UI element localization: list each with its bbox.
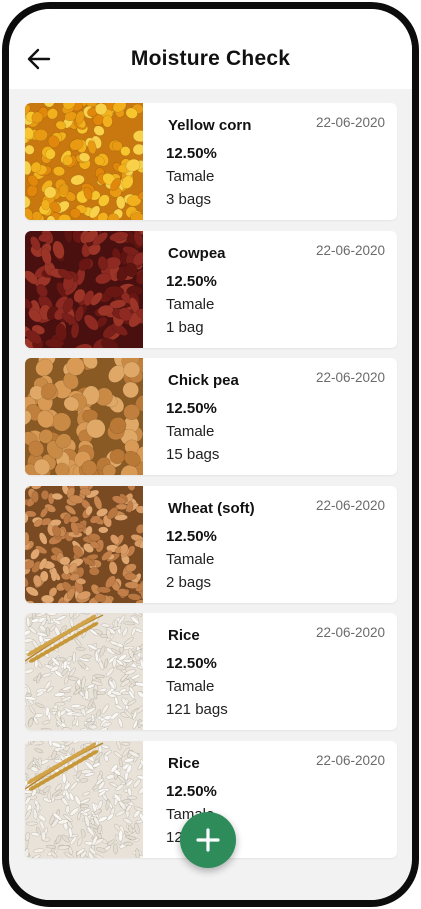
phone-frame: Moisture Check Yellow corn 22-06-2020 12… [2, 2, 419, 907]
grain-image [25, 740, 143, 858]
moisture-list: Yellow corn 22-06-2020 12.50% Tamale 3 b… [25, 103, 397, 868]
item-name: Wheat (soft) [168, 499, 255, 517]
page-title: Moisture Check [130, 47, 291, 70]
item-bags: 1 bag [166, 318, 204, 336]
item-name: Chick pea [168, 372, 239, 389]
item-moisture: 12.50% [166, 400, 217, 417]
item-moisture: 12.50% [166, 145, 217, 162]
item-date: 22-06-2020 [315, 370, 385, 385]
item-bags: 121 bags [166, 701, 228, 718]
grain-image [25, 103, 143, 220]
grain-image [25, 613, 143, 730]
grain-image [25, 485, 143, 603]
grain-image [25, 230, 143, 348]
item-location: Tamale [166, 168, 215, 185]
item-name: Rice [168, 754, 200, 772]
item-date: 22-06-2020 [315, 752, 385, 768]
list-item[interactable]: Cowpea 22-06-2020 12.50% Tamale 1 bag [25, 230, 397, 348]
item-location: Tamale [166, 550, 215, 568]
item-location: Tamale [166, 678, 215, 695]
item-moisture: 12.50% [166, 527, 217, 545]
item-bags: 2 bags [166, 573, 212, 591]
item-bags: 3 bags [166, 191, 212, 208]
item-name: Rice [168, 627, 200, 644]
item-date: 22-06-2020 [315, 497, 385, 513]
item-moisture: 12.50% [166, 782, 217, 800]
item-date: 22-06-2020 [315, 625, 385, 640]
list-item[interactable]: Rice 22-06-2020 12.50% Tamale 121 bags [25, 613, 397, 730]
plus-icon [196, 828, 220, 852]
item-moisture: 12.50% [166, 655, 217, 672]
item-bags: 15 bags [166, 446, 220, 463]
list-item[interactable]: Wheat (soft) 22-06-2020 12.50% Tamale 2 … [25, 485, 397, 603]
bottom-strip [9, 886, 412, 900]
list-item[interactable]: Chick pea 22-06-2020 12.50% Tamale 15 ba… [25, 358, 397, 475]
item-date: 22-06-2020 [315, 242, 385, 258]
add-button[interactable] [180, 812, 236, 868]
app-bar: Moisture Check [9, 9, 412, 89]
grain-image [25, 358, 143, 475]
item-name: Cowpea [168, 244, 226, 262]
item-location: Tamale [166, 423, 215, 440]
item-location: Tamale [166, 295, 215, 313]
item-moisture: 12.50% [166, 272, 217, 290]
item-date: 22-06-2020 [315, 115, 385, 130]
item-name: Yellow corn [168, 117, 252, 134]
list-item[interactable]: Yellow corn 22-06-2020 12.50% Tamale 3 b… [25, 103, 397, 220]
